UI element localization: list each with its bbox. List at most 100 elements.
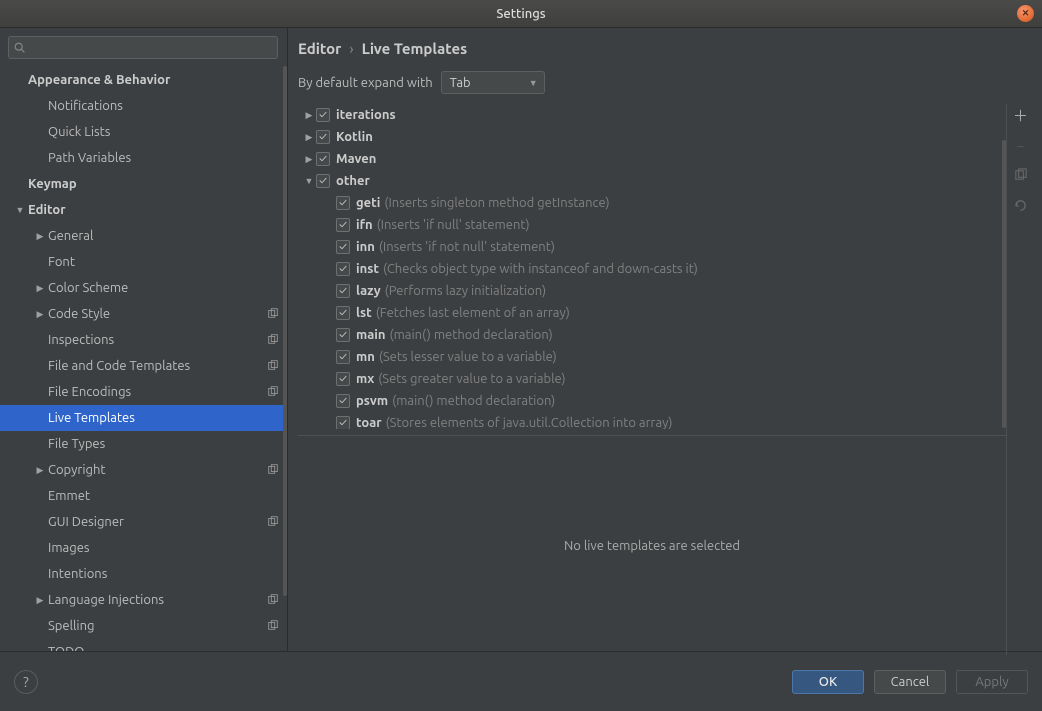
window-title: Settings — [496, 7, 545, 21]
sidebar-item-path-variables[interactable]: Path Variables — [0, 145, 287, 171]
sidebar-item-quick-lists[interactable]: Quick Lists — [0, 119, 287, 145]
copy-icon[interactable] — [1012, 166, 1030, 184]
sidebar-item-general[interactable]: ▶General — [0, 223, 287, 249]
sidebar-item-font[interactable]: Font — [0, 249, 287, 275]
sidebar-item-code-style[interactable]: ▶Code Style — [0, 301, 287, 327]
sidebar-item-inspections[interactable]: Inspections — [0, 327, 287, 353]
settings-tree[interactable]: Appearance & BehaviorNotificationsQuick … — [0, 63, 287, 651]
template-item-lst[interactable]: lst(Fetches last element of an array) — [298, 302, 1006, 324]
template-area: ▶iterations▶Kotlin▶Maven▼othergeti(Inser… — [298, 104, 1034, 655]
sidebar-scrollbar[interactable] — [283, 66, 287, 596]
template-item-mn[interactable]: mn(Sets lesser value to a variable) — [298, 346, 1006, 368]
apply-button[interactable]: Apply — [956, 670, 1028, 694]
expand-with-row: By default expand with Tab ▼ — [298, 71, 1034, 104]
expand-with-select[interactable]: Tab ▼ — [441, 71, 545, 94]
template-group-maven[interactable]: ▶Maven — [298, 148, 1006, 170]
main-panel: Editor › Live Templates By default expan… — [288, 28, 1042, 651]
breadcrumb-segment[interactable]: Editor — [298, 40, 341, 57]
template-item-inn[interactable]: inn(Inserts 'if not null' statement) — [298, 236, 1006, 258]
template-group-kotlin[interactable]: ▶Kotlin — [298, 126, 1006, 148]
template-item-lazy[interactable]: lazy(Performs lazy initialization) — [298, 280, 1006, 302]
template-item-mx[interactable]: mx(Sets greater value to a variable) — [298, 368, 1006, 390]
project-scope-icon — [267, 333, 279, 348]
group-checkbox[interactable] — [316, 174, 330, 188]
sidebar-item-todo[interactable]: TODO — [0, 639, 287, 651]
sidebar-item-spelling[interactable]: Spelling — [0, 613, 287, 639]
sidebar-item-appearance-behavior[interactable]: Appearance & Behavior — [0, 67, 287, 93]
template-scrollbar[interactable] — [1002, 140, 1006, 428]
dialog-footer: ? OK Cancel Apply — [0, 651, 1042, 711]
template-checkbox[interactable] — [336, 350, 350, 364]
sidebar-item-gui-designer[interactable]: GUI Designer — [0, 509, 287, 535]
template-checkbox[interactable] — [336, 416, 350, 429]
group-checkbox[interactable] — [316, 152, 330, 166]
remove-icon[interactable]: − — [1012, 136, 1030, 154]
chevron-icon: ▼ — [302, 176, 316, 186]
sidebar-item-file-and-code-templates[interactable]: File and Code Templates — [0, 353, 287, 379]
chevron-down-icon: ▼ — [529, 78, 538, 88]
group-checkbox[interactable] — [316, 108, 330, 122]
sidebar-item-emmet[interactable]: Emmet — [0, 483, 287, 509]
content-area: Appearance & BehaviorNotificationsQuick … — [0, 28, 1042, 651]
template-item-main[interactable]: main(main() method declaration) — [298, 324, 1006, 346]
help-button[interactable]: ? — [14, 670, 38, 694]
breadcrumb: Editor › Live Templates — [298, 40, 1034, 71]
project-scope-icon — [267, 515, 279, 530]
chevron-icon: ▶ — [34, 309, 46, 320]
template-checkbox[interactable] — [336, 218, 350, 232]
template-item-geti[interactable]: geti(Inserts singleton method getInstanc… — [298, 192, 1006, 214]
ok-button[interactable]: OK — [792, 670, 864, 694]
chevron-right-icon: › — [349, 40, 353, 57]
template-checkbox[interactable] — [336, 262, 350, 276]
template-checkbox[interactable] — [336, 306, 350, 320]
sidebar-item-color-scheme[interactable]: ▶Color Scheme — [0, 275, 287, 301]
expand-with-value: Tab — [450, 76, 471, 90]
group-checkbox[interactable] — [316, 130, 330, 144]
template-checkbox[interactable] — [336, 240, 350, 254]
sidebar-item-live-templates[interactable]: Live Templates — [0, 405, 287, 431]
template-checkbox[interactable] — [336, 328, 350, 342]
template-group-iterations[interactable]: ▶iterations — [298, 104, 1006, 126]
window-titlebar: Settings ✕ — [0, 0, 1042, 28]
chevron-icon: ▶ — [34, 283, 46, 294]
template-item-toar[interactable]: toar(Stores elements of java.util.Collec… — [298, 412, 1006, 429]
close-icon[interactable]: ✕ — [1017, 5, 1034, 22]
chevron-icon: ▶ — [302, 154, 316, 165]
project-scope-icon — [267, 359, 279, 374]
sidebar-item-editor[interactable]: ▼Editor — [0, 197, 287, 223]
project-scope-icon — [267, 385, 279, 400]
search-icon — [13, 41, 27, 55]
sidebar-item-intentions[interactable]: Intentions — [0, 561, 287, 587]
template-checkbox[interactable] — [336, 372, 350, 386]
sidebar-item-language-injections[interactable]: ▶Language Injections — [0, 587, 287, 613]
add-icon[interactable]: ＋ — [1012, 106, 1030, 124]
template-tree[interactable]: ▶iterations▶Kotlin▶Maven▼othergeti(Inser… — [298, 104, 1006, 429]
template-item-inst[interactable]: inst(Checks object type with instanceof … — [298, 258, 1006, 280]
project-scope-icon — [267, 463, 279, 478]
sidebar-item-keymap[interactable]: Keymap — [0, 171, 287, 197]
chevron-icon: ▼ — [14, 205, 26, 215]
sidebar-item-copyright[interactable]: ▶Copyright — [0, 457, 287, 483]
project-scope-icon — [267, 593, 279, 608]
chevron-icon: ▶ — [34, 231, 46, 242]
template-item-psvm[interactable]: psvm(main() method declaration) — [298, 390, 1006, 412]
settings-sidebar: Appearance & BehaviorNotificationsQuick … — [0, 28, 288, 651]
undo-icon[interactable] — [1012, 196, 1030, 214]
sidebar-item-file-encodings[interactable]: File Encodings — [0, 379, 287, 405]
project-scope-icon — [267, 307, 279, 322]
sidebar-item-images[interactable]: Images — [0, 535, 287, 561]
sidebar-item-file-types[interactable]: File Types — [0, 431, 287, 457]
template-checkbox[interactable] — [336, 394, 350, 408]
chevron-icon: ▶ — [302, 110, 316, 121]
template-checkbox[interactable] — [336, 196, 350, 210]
sidebar-item-notifications[interactable]: Notifications — [0, 93, 287, 119]
template-preview: No live templates are selected — [298, 435, 1006, 655]
search-input[interactable] — [8, 36, 278, 59]
template-checkbox[interactable] — [336, 284, 350, 298]
template-group-other[interactable]: ▼other — [298, 170, 1006, 192]
template-item-ifn[interactable]: ifn(Inserts 'if null' statement) — [298, 214, 1006, 236]
template-toolbar: ＋ − — [1006, 104, 1034, 655]
cancel-button[interactable]: Cancel — [874, 670, 946, 694]
breadcrumb-segment: Live Templates — [362, 40, 468, 57]
chevron-icon: ▶ — [34, 595, 46, 606]
